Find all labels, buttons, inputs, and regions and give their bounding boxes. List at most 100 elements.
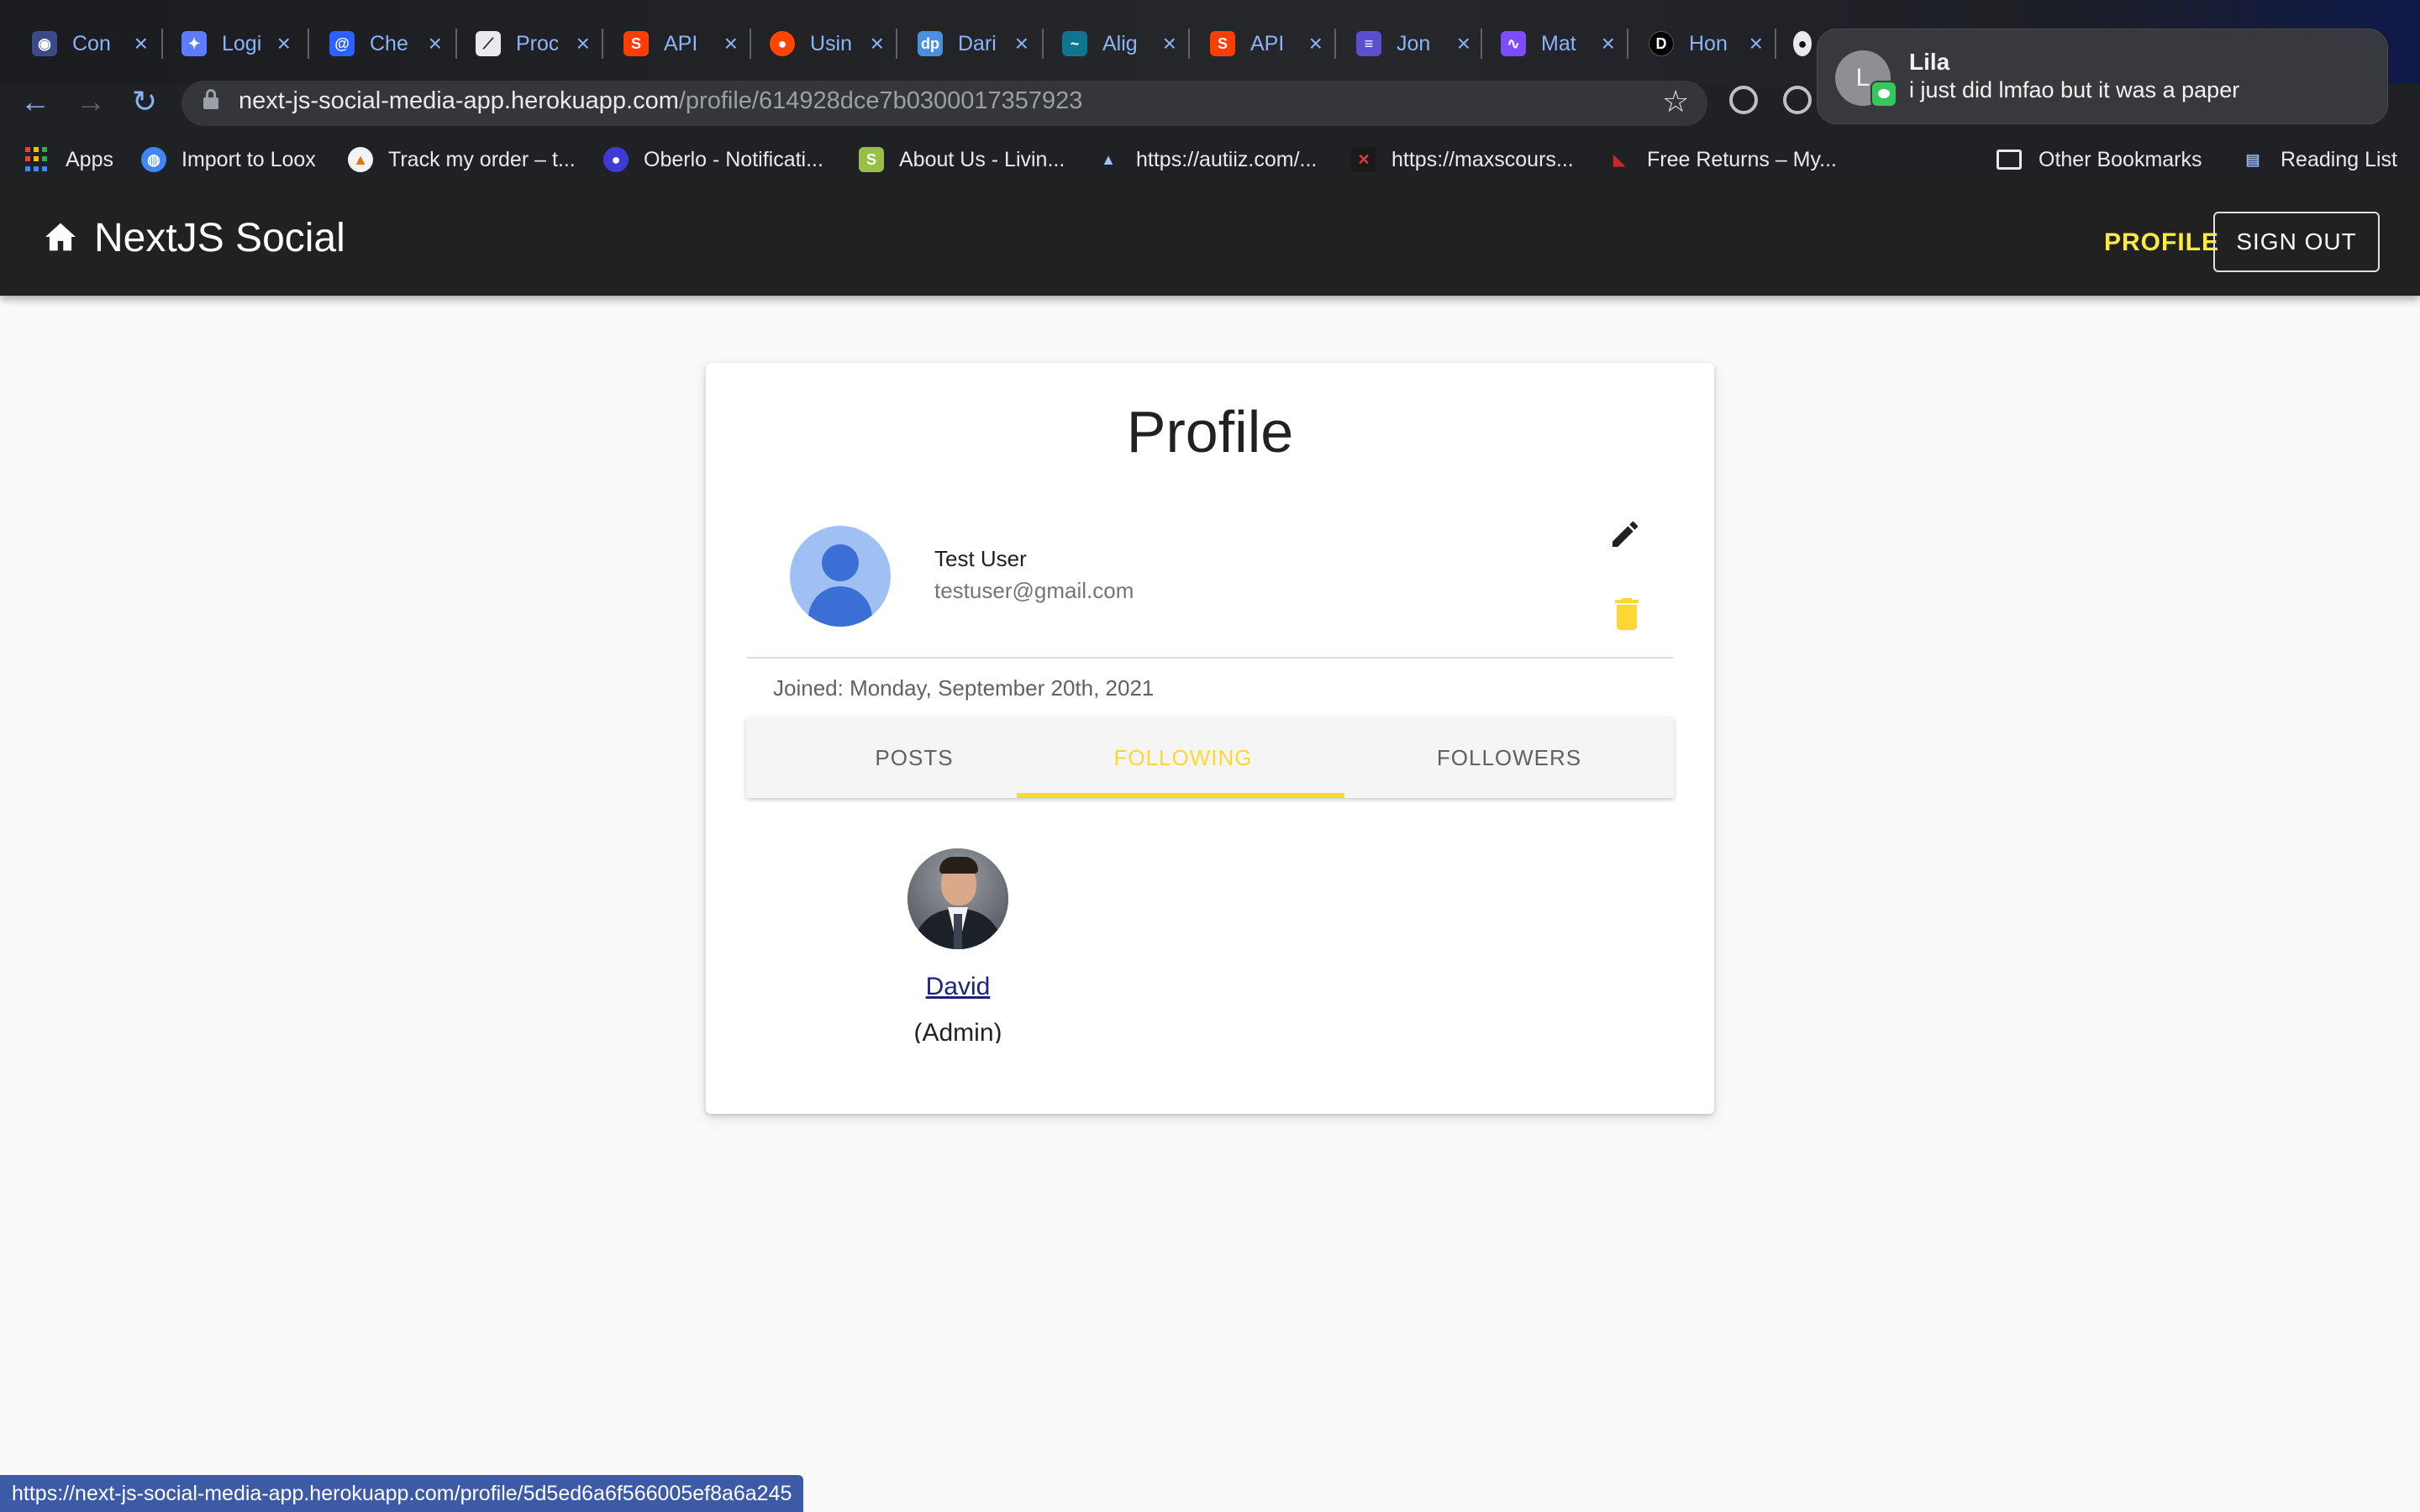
following-user-role: (Admin) bbox=[913, 1019, 1002, 1043]
close-icon[interactable]: × bbox=[724, 30, 738, 57]
app-icon: D bbox=[1649, 31, 1674, 56]
browser-tab[interactable]: ∿ Mat × bbox=[1501, 20, 1615, 67]
home-icon[interactable] bbox=[44, 222, 77, 252]
back-icon[interactable]: ← bbox=[17, 84, 54, 119]
tab-separator bbox=[1334, 29, 1336, 59]
bookmark-item[interactable]: ✕ https://maxscours... bbox=[1351, 144, 1574, 175]
active-tab-indicator bbox=[1017, 793, 1344, 798]
messages-icon bbox=[1870, 81, 1897, 108]
bookmark-apps[interactable]: Apps bbox=[25, 144, 113, 175]
app-icon: ✦ bbox=[182, 31, 207, 56]
bookmark-label: Track my order – t... bbox=[388, 147, 576, 171]
bookmark-label: Reading List bbox=[2281, 147, 2397, 171]
app-header bbox=[0, 186, 2420, 296]
app-icon: ▲ bbox=[348, 147, 373, 172]
bookmark-item[interactable]: ◣ Free Returns – My... bbox=[1607, 144, 1837, 175]
bookmark-item[interactable]: S About Us - Livin... bbox=[859, 144, 1065, 175]
browser-tab[interactable]: S API × bbox=[623, 20, 738, 67]
close-icon[interactable]: × bbox=[1602, 30, 1615, 57]
user-name: Test User bbox=[934, 546, 1027, 571]
browser-tab-label: Proc bbox=[516, 31, 558, 55]
browser-tab-label: Che bbox=[370, 31, 408, 55]
close-icon[interactable]: × bbox=[1163, 30, 1176, 57]
browser-tab-label: API bbox=[1250, 31, 1285, 55]
app-icon: @ bbox=[329, 31, 355, 56]
browser-tab[interactable]: dp Dari × bbox=[918, 20, 1028, 67]
tab-followers[interactable]: FOLLOWERS bbox=[1344, 717, 1674, 798]
forward-icon[interactable]: → bbox=[72, 84, 109, 119]
tab-separator bbox=[750, 29, 751, 59]
close-icon[interactable]: × bbox=[1457, 30, 1470, 57]
browser-tab[interactable]: ● Usin × bbox=[770, 20, 884, 67]
page-title: Profile bbox=[1126, 399, 1294, 465]
browser-tab[interactable]: ≡ Jon × bbox=[1356, 20, 1470, 67]
close-icon[interactable]: × bbox=[871, 30, 884, 57]
browser-tab[interactable]: @ Che × bbox=[329, 20, 442, 67]
bookmark-other[interactable]: Other Bookmarks bbox=[1996, 144, 2202, 175]
browser-tab-label: Jon bbox=[1397, 31, 1431, 55]
bookmark-item[interactable]: ◍ Import to Loox bbox=[141, 144, 316, 175]
app-icon: ◣ bbox=[1613, 150, 1625, 168]
bookmark-item[interactable]: ● Oberlo - Notificati... bbox=[603, 144, 823, 175]
close-icon[interactable]: × bbox=[134, 30, 148, 57]
close-icon[interactable]: × bbox=[576, 30, 590, 57]
reload-icon[interactable]: ↻ bbox=[126, 84, 163, 119]
tab-separator bbox=[1188, 29, 1190, 59]
browser-tab[interactable]: ~ Alig × bbox=[1062, 20, 1176, 67]
bookmark-item[interactable]: ▲ Track my order – t... bbox=[348, 144, 576, 175]
tab-separator bbox=[308, 29, 309, 59]
github-icon: ● bbox=[1793, 31, 1812, 56]
browser-tab-label: Con bbox=[72, 31, 111, 55]
tab-separator bbox=[1627, 29, 1628, 59]
edit-icon[interactable] bbox=[1608, 517, 1642, 551]
browser-tab[interactable]: ◉ Con × bbox=[32, 20, 148, 67]
tab-following[interactable]: FOLLOWING bbox=[1018, 717, 1348, 798]
close-icon[interactable]: × bbox=[1309, 30, 1323, 57]
bookmark-item[interactable]: ▲ https://autiiz.com/... bbox=[1096, 144, 1317, 175]
close-icon[interactable]: × bbox=[1015, 30, 1028, 57]
tab-separator bbox=[455, 29, 457, 59]
divider bbox=[746, 657, 1674, 659]
notification-sender: Lila bbox=[1909, 49, 1950, 75]
extension-icon[interactable] bbox=[1729, 86, 1758, 114]
tab-separator bbox=[896, 29, 897, 59]
bookmark-star-icon[interactable]: ☆ bbox=[1662, 84, 1689, 119]
bookmark-label: About Us - Livin... bbox=[899, 147, 1065, 171]
bookmark-label: Oberlo - Notificati... bbox=[644, 147, 823, 171]
bookmark-label: Import to Loox bbox=[182, 147, 316, 171]
close-icon[interactable]: × bbox=[277, 30, 291, 57]
bookmark-label: Free Returns – My... bbox=[1647, 147, 1837, 171]
url-path: /profile/614928dce7b0300017357923 bbox=[678, 87, 1083, 114]
user-email: testuser@gmail.com bbox=[934, 578, 1134, 603]
bookmark-label: https://autiiz.com/... bbox=[1136, 147, 1318, 171]
tab-separator bbox=[602, 29, 603, 59]
joined-date: Joined: Monday, September 20th, 2021 bbox=[773, 675, 1155, 701]
apps-grid-icon bbox=[25, 147, 50, 172]
browser-tab[interactable]: ✦ Logi × bbox=[182, 20, 291, 67]
following-avatar[interactable] bbox=[908, 848, 1008, 949]
app-icon: ⟋ bbox=[476, 31, 501, 56]
browser-tab-label: Alig bbox=[1102, 31, 1138, 55]
tab-separator bbox=[1775, 29, 1776, 59]
message-notification[interactable] bbox=[1817, 29, 2388, 124]
browser-tab[interactable]: D Hon × bbox=[1649, 20, 1763, 67]
bookmark-label: Other Bookmarks bbox=[2039, 147, 2202, 171]
sign-out-button[interactable]: SIGN OUT bbox=[2213, 212, 2380, 272]
close-icon[interactable]: × bbox=[1749, 30, 1763, 57]
svelte-icon: S bbox=[1210, 31, 1235, 56]
address-bar-url[interactable]: next-js-social-media-app.herokuapp.com/p… bbox=[239, 87, 1082, 115]
close-icon[interactable]: × bbox=[429, 30, 442, 57]
notification-message: i just did lmfao but it was a paper bbox=[1909, 77, 2240, 102]
lock-icon bbox=[203, 89, 218, 109]
extension-icon[interactable] bbox=[1783, 86, 1812, 114]
app-icon: ◉ bbox=[32, 31, 57, 56]
delete-icon[interactable] bbox=[1615, 598, 1639, 630]
browser-tab[interactable]: ⟋ Proc × bbox=[476, 20, 590, 67]
app-icon: ✕ bbox=[1351, 147, 1376, 172]
reading-list[interactable]: ▤ Reading List bbox=[2240, 144, 2397, 175]
browser-tab-label: Logi bbox=[222, 31, 262, 55]
browser-tab[interactable]: S API × bbox=[1210, 20, 1323, 67]
brand-title[interactable]: NextJS Social bbox=[94, 215, 345, 261]
following-user-link[interactable]: David bbox=[874, 973, 1042, 1001]
nav-profile-link[interactable]: PROFILE bbox=[2104, 228, 2219, 257]
